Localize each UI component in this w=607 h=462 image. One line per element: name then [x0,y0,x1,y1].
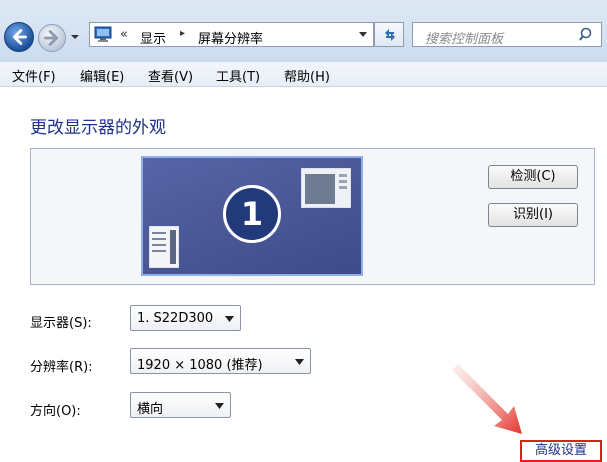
breadcrumb-item-resolution[interactable]: 屏幕分辨率 [198,28,263,47]
recent-pages-dropdown-icon[interactable] [70,33,80,41]
orientation-select[interactable]: 横向 [130,392,231,418]
window-preview-icon [301,168,351,208]
refresh-button[interactable] [374,22,404,47]
breadcrumb-item-display[interactable]: 显示 [140,28,166,47]
annotation-arrow-icon [452,364,522,434]
orientation-label: 方向(O): [30,404,81,419]
address-bar[interactable]: « 显示 ▸ 屏幕分辨率 [89,22,374,47]
back-button[interactable] [4,22,34,52]
page-title: 更改显示器的外观 [30,118,166,138]
menu-view[interactable]: 查看(V) [148,66,193,85]
monitor-1-thumbnail[interactable]: 1 [141,156,363,276]
resolution-label: 分辨率(R): [30,360,93,375]
search-box[interactable]: 搜索控制面板 [412,22,602,47]
chevron-down-icon [295,359,304,365]
advanced-settings-link[interactable]: 高级设置 [520,440,602,462]
navigation-bar: « 显示 ▸ 屏幕分辨率 搜索控制面板 [0,0,607,62]
refresh-icon [385,29,395,41]
breadcrumb-separator[interactable]: ▸ [180,28,185,39]
forward-arrow-icon [44,30,59,46]
resolution-select[interactable]: 1920 × 1080 (推荐) [130,348,311,374]
resolution-select-value: 1920 × 1080 (推荐) [137,358,263,373]
search-placeholder: 搜索控制面板 [425,32,504,47]
orientation-select-value: 横向 [137,402,164,417]
forward-button[interactable] [38,24,66,52]
menu-edit[interactable]: 编辑(E) [80,66,124,85]
menu-file[interactable]: 文件(F) [12,66,56,85]
menu-tools[interactable]: 工具(T) [216,66,260,85]
display-label: 显示器(S): [30,316,92,331]
chevron-down-icon [225,316,234,322]
breadcrumb-overflow[interactable]: « [120,27,128,42]
display-select-value: 1. S22D300 [137,311,214,326]
monitor-number-badge: 1 [223,185,281,243]
detect-button[interactable]: 检测(C) [488,165,578,189]
document-preview-icon [149,226,179,268]
menu-help[interactable]: 帮助(H) [284,66,330,85]
identify-button[interactable]: 识别(I) [488,203,578,227]
display-select[interactable]: 1. S22D300 [130,305,241,331]
menu-bar: 文件(F) 编辑(E) 查看(V) 工具(T) 帮助(H) [0,62,607,87]
control-panel-icon [94,26,112,42]
address-dropdown-icon[interactable] [359,32,367,38]
back-arrow-icon [12,29,27,45]
search-icon[interactable] [579,27,595,43]
chevron-down-icon [215,403,224,409]
